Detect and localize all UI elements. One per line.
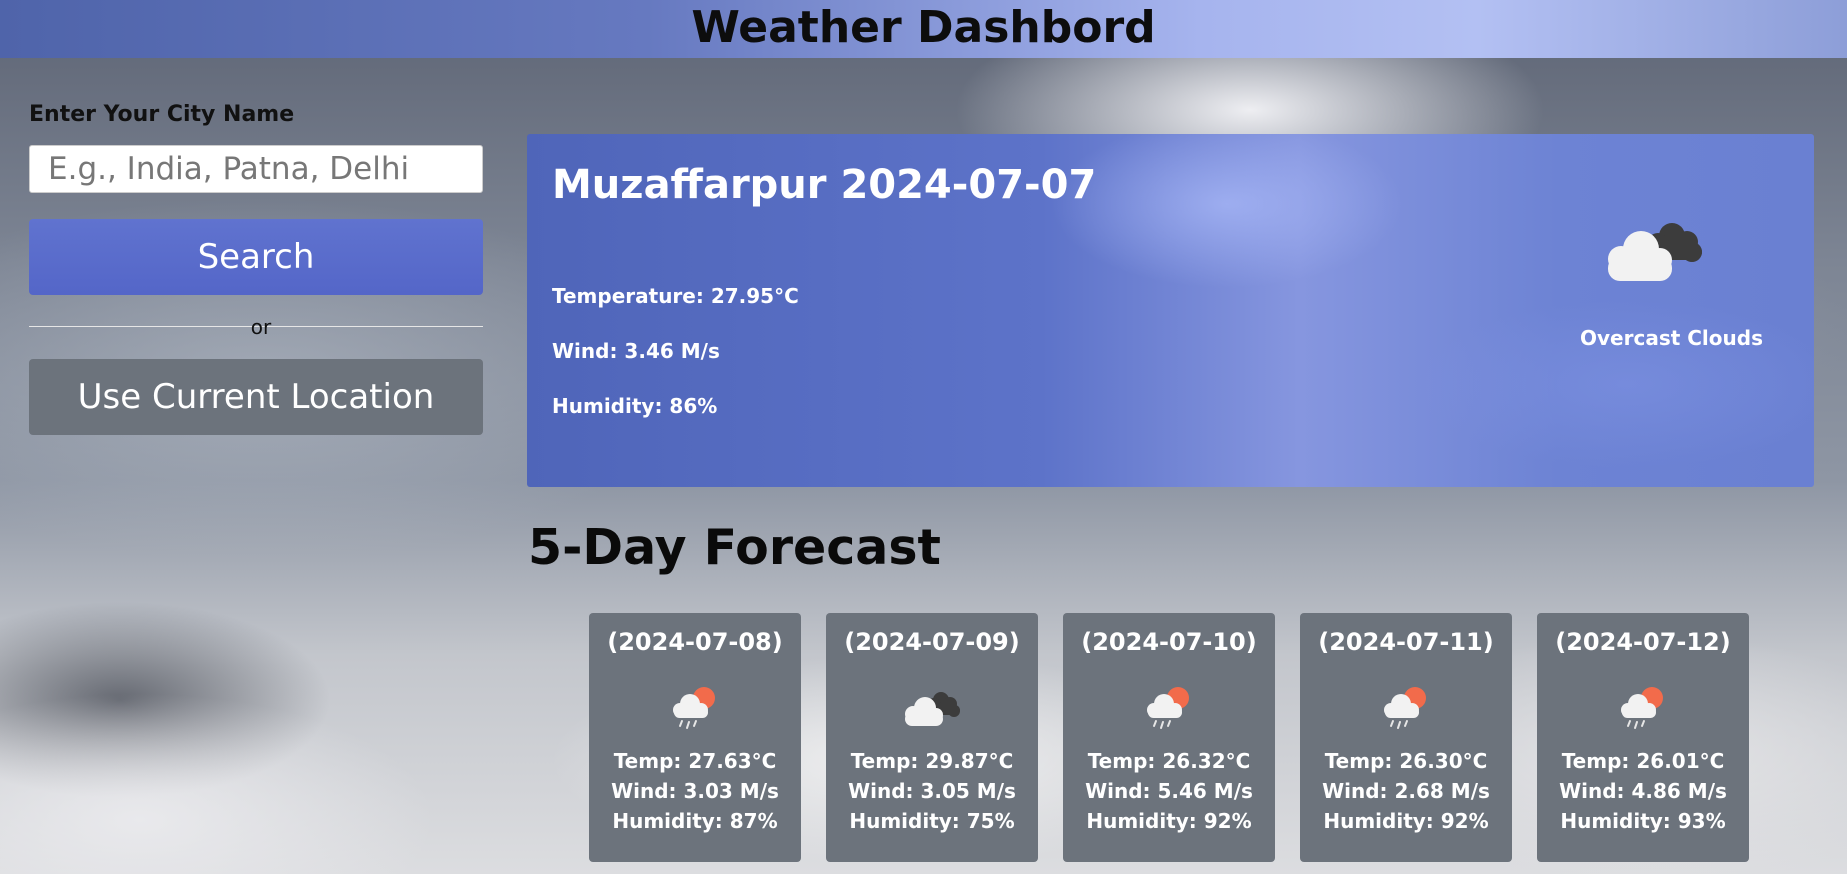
city-label: Enter Your City Name bbox=[29, 102, 295, 127]
light-rain-icon bbox=[670, 684, 720, 730]
light-rain-icon bbox=[1618, 684, 1668, 730]
current-city-date: Muzaffarpur 2024-07-07 bbox=[552, 162, 1097, 208]
forecast-card: (2024-07-12) Temp: 26.01°C Wind: 4.86 M/… bbox=[1537, 613, 1749, 862]
weather-description: Overcast Clouds bbox=[1580, 326, 1763, 350]
forecast-wind: Wind: 4.86 M/s bbox=[1559, 779, 1727, 803]
forecast-humidity: Humidity: 92% bbox=[1086, 809, 1252, 833]
forecast-humidity: Humidity: 93% bbox=[1560, 809, 1726, 833]
divider-text: or bbox=[250, 315, 272, 339]
forecast-title: 5-Day Forecast bbox=[528, 519, 941, 576]
forecast-humidity: Humidity: 87% bbox=[612, 809, 778, 833]
forecast-card: (2024-07-09) Temp: 29.87°C Wind: 3.05 M/… bbox=[826, 613, 1038, 862]
forecast-humidity: Humidity: 75% bbox=[849, 809, 1015, 833]
forecast-temp: Temp: 27.63°C bbox=[613, 749, 777, 773]
current-wind: Wind: 3.46 M/s bbox=[552, 339, 720, 363]
forecast-card: (2024-07-10) Temp: 26.32°C Wind: 5.46 M/… bbox=[1063, 613, 1275, 862]
forecast-wind: Wind: 3.03 M/s bbox=[611, 779, 779, 803]
forecast-date: (2024-07-12) bbox=[1555, 628, 1731, 656]
light-rain-icon bbox=[1381, 684, 1431, 730]
overcast-clouds-icon bbox=[1596, 214, 1706, 286]
city-input[interactable] bbox=[29, 145, 483, 193]
forecast-temp: Temp: 26.01°C bbox=[1561, 749, 1725, 773]
or-divider: or bbox=[29, 315, 483, 339]
current-weather-panel: Muzaffarpur 2024-07-07 Temperature: 27.9… bbox=[527, 134, 1814, 487]
search-button[interactable]: Search bbox=[29, 219, 483, 295]
forecast-temp: Temp: 29.87°C bbox=[850, 749, 1014, 773]
forecast-date: (2024-07-11) bbox=[1318, 628, 1494, 656]
overcast-clouds-icon bbox=[901, 684, 963, 730]
forecast-temp: Temp: 26.30°C bbox=[1324, 749, 1488, 773]
forecast-wind: Wind: 2.68 M/s bbox=[1322, 779, 1490, 803]
forecast-wind: Wind: 3.05 M/s bbox=[848, 779, 1016, 803]
page-title: Weather Dashbord bbox=[691, 2, 1156, 53]
header: Weather Dashbord bbox=[0, 0, 1847, 58]
forecast-date: (2024-07-10) bbox=[1081, 628, 1257, 656]
light-rain-icon bbox=[1144, 684, 1194, 730]
forecast-date: (2024-07-08) bbox=[607, 628, 783, 656]
current-temperature: Temperature: 27.95°C bbox=[552, 284, 799, 308]
forecast-temp: Temp: 26.32°C bbox=[1087, 749, 1251, 773]
forecast-card: (2024-07-11) Temp: 26.30°C Wind: 2.68 M/… bbox=[1300, 613, 1512, 862]
current-humidity: Humidity: 86% bbox=[552, 394, 718, 418]
use-current-location-button[interactable]: Use Current Location bbox=[29, 359, 483, 435]
forecast-humidity: Humidity: 92% bbox=[1323, 809, 1489, 833]
forecast-card: (2024-07-08) Temp: 27.63°C Wind: 3.03 M/… bbox=[589, 613, 801, 862]
search-panel: Enter Your City Name Search or Use Curre… bbox=[29, 100, 483, 435]
forecast-wind: Wind: 5.46 M/s bbox=[1085, 779, 1253, 803]
forecast-date: (2024-07-09) bbox=[844, 628, 1020, 656]
